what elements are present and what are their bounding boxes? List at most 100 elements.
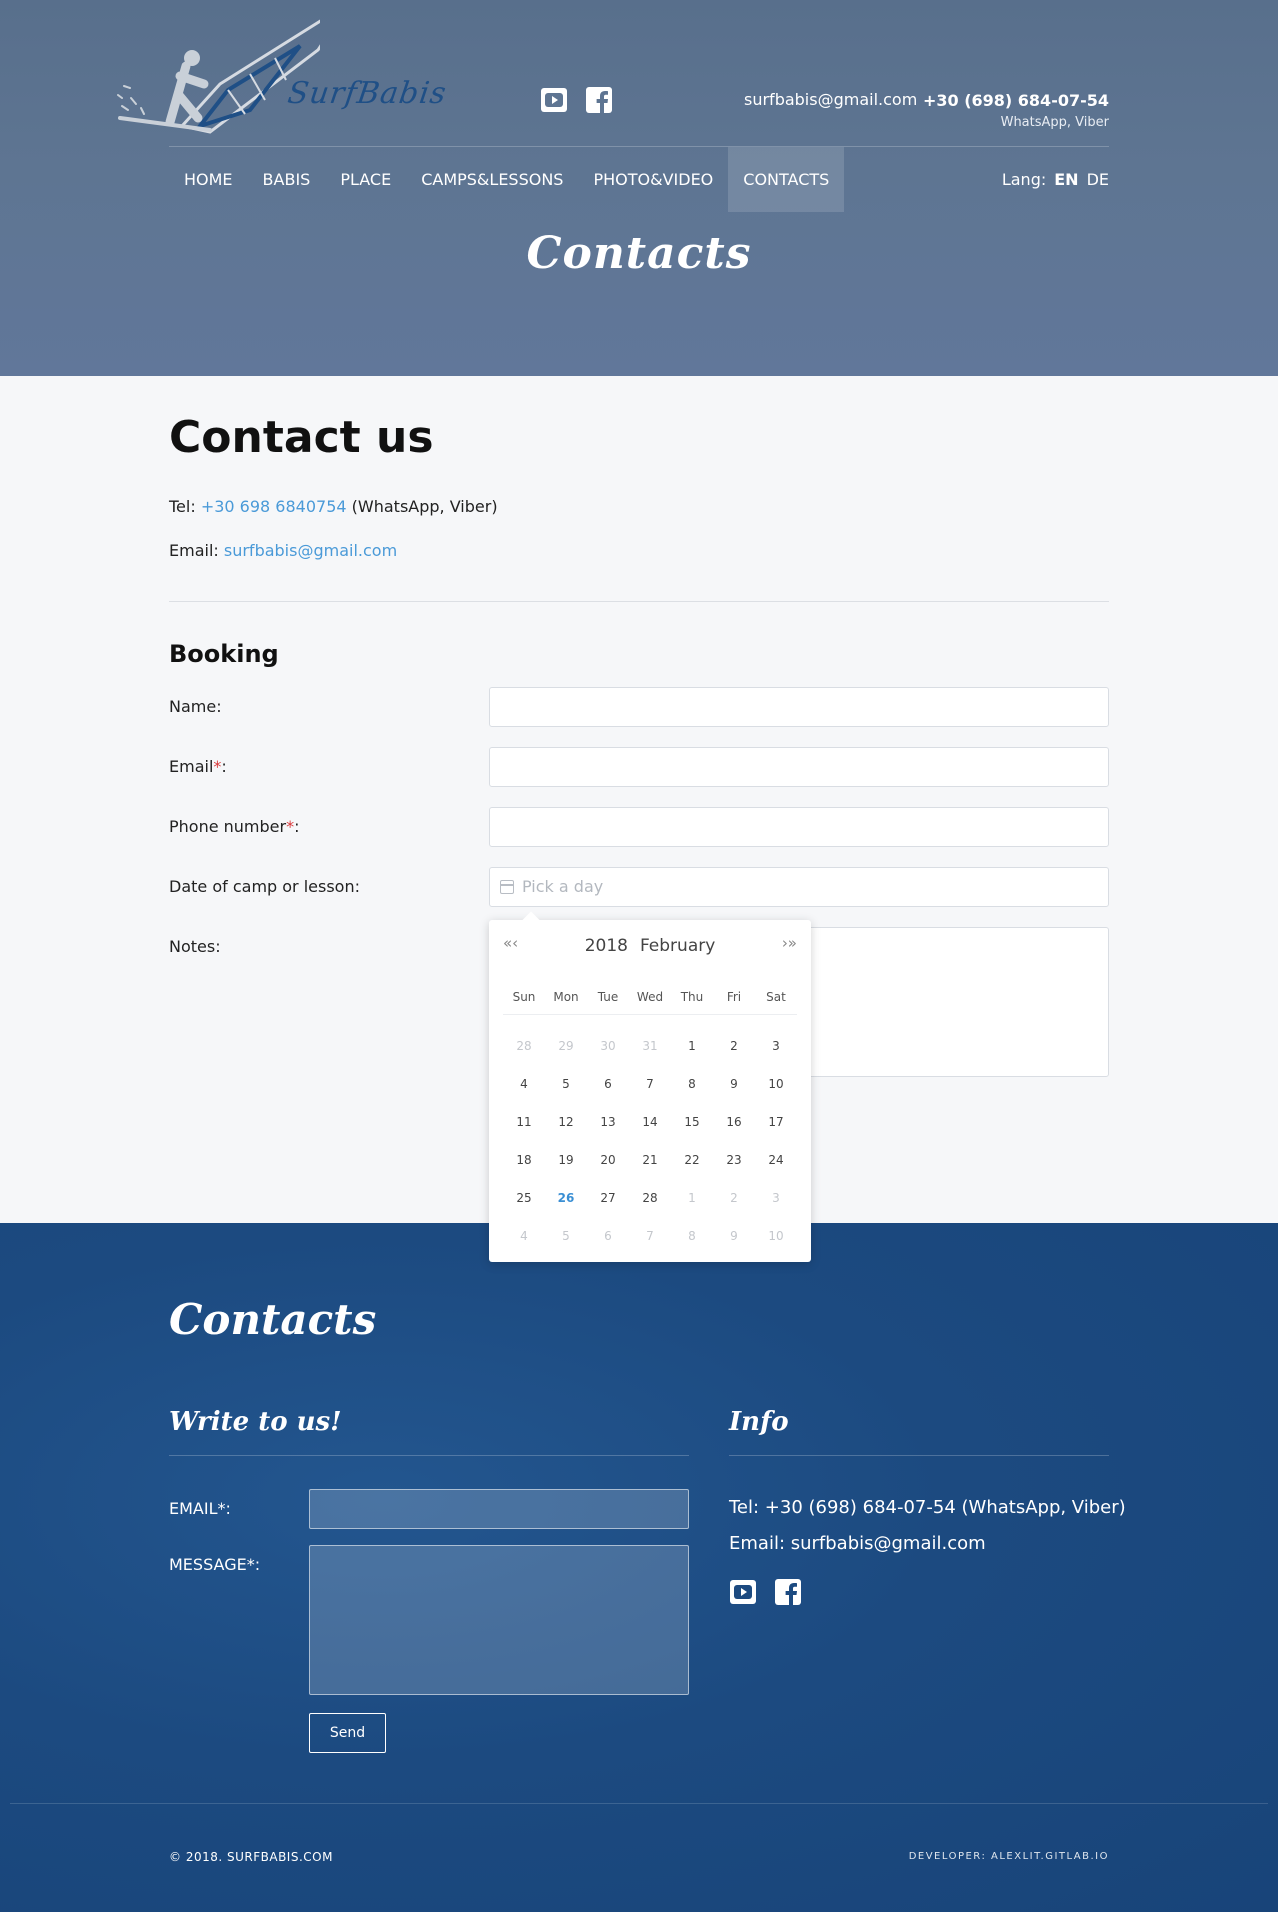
calendar-day[interactable]: 15 bbox=[671, 1103, 713, 1141]
contact-tel-line: Tel: +30 698 6840754 (WhatsApp, Viber) bbox=[169, 497, 498, 516]
hero-title: Contacts bbox=[526, 228, 752, 279]
nav-item-photo-video[interactable]: PHOTO&VIDEO bbox=[578, 147, 728, 212]
header-email-link[interactable]: surfbabis@gmail.com bbox=[744, 90, 917, 109]
calendar-day[interactable]: 21 bbox=[629, 1141, 671, 1179]
weekday-label: Fri bbox=[726, 990, 742, 1004]
footer-message-field[interactable] bbox=[309, 1545, 689, 1695]
copyright: © 2018. SURFBABIS.COM bbox=[169, 1850, 333, 1864]
email-link[interactable]: surfbabis@gmail.com bbox=[224, 541, 397, 560]
calendar-day[interactable]: 2 bbox=[713, 1027, 755, 1065]
calendar-day[interactable]: 6 bbox=[587, 1217, 629, 1255]
footer-message-label: MESSAGE*: bbox=[169, 1555, 261, 1574]
calendar-day[interactable]: 27 bbox=[587, 1179, 629, 1217]
info-heading: Info bbox=[729, 1407, 789, 1437]
content-divider bbox=[169, 601, 1109, 602]
nav-item-contacts[interactable]: CONTACTS bbox=[728, 147, 845, 212]
calendar-day[interactable]: 19 bbox=[545, 1141, 587, 1179]
calendar-day[interactable]: 17 bbox=[755, 1103, 797, 1141]
footer-email-field[interactable] bbox=[309, 1489, 689, 1529]
write-to-us-heading: Write to us! bbox=[169, 1407, 342, 1437]
calendar-day[interactable]: 12 bbox=[545, 1103, 587, 1141]
windsurfer-logo-icon bbox=[117, 17, 328, 134]
calendar-day[interactable]: 25 bbox=[503, 1179, 545, 1217]
logo-text: SurfBabis bbox=[285, 76, 449, 111]
youtube-icon[interactable] bbox=[540, 86, 568, 114]
calendar-day[interactable]: 5 bbox=[545, 1217, 587, 1255]
calendar-day[interactable]: 6 bbox=[587, 1065, 629, 1103]
calendar-day[interactable]: 1 bbox=[671, 1027, 713, 1065]
calendar-day[interactable]: 29 bbox=[545, 1027, 587, 1065]
calendar-day[interactable]: 3 bbox=[755, 1179, 797, 1217]
calendar-day[interactable]: 23 bbox=[713, 1141, 755, 1179]
date-picker-input[interactable]: Pick a day bbox=[489, 867, 1109, 907]
calendar-day[interactable]: 11 bbox=[503, 1103, 545, 1141]
calendar-day[interactable]: 8 bbox=[671, 1065, 713, 1103]
calendar-day[interactable]: 20 bbox=[587, 1141, 629, 1179]
datepicker-year[interactable]: 2018 bbox=[585, 936, 628, 956]
phone-field[interactable] bbox=[489, 807, 1109, 847]
calendar-day[interactable]: 28 bbox=[503, 1027, 545, 1065]
tel-link[interactable]: +30 698 6840754 bbox=[201, 497, 347, 516]
calendar-day[interactable]: 8 bbox=[671, 1217, 713, 1255]
facebook-icon[interactable] bbox=[585, 86, 613, 114]
facebook-icon[interactable] bbox=[774, 1578, 802, 1606]
calendar-day[interactable]: 4 bbox=[503, 1217, 545, 1255]
nav-item-camps-lessons[interactable]: CAMPS&LESSONS bbox=[406, 147, 578, 212]
calendar-day[interactable]: 2 bbox=[713, 1179, 755, 1217]
nav-item-home[interactable]: HOME bbox=[169, 147, 248, 212]
booking-heading: Booking bbox=[169, 640, 279, 668]
calendar-day[interactable]: 22 bbox=[671, 1141, 713, 1179]
tel-note: (WhatsApp, Viber) bbox=[351, 497, 498, 516]
main-nav: HOME BABIS PLACE CAMPS&LESSONS PHOTO&VID… bbox=[169, 147, 845, 212]
nav-item-place[interactable]: PLACE bbox=[325, 147, 406, 212]
calendar-day[interactable]: 10 bbox=[755, 1065, 797, 1103]
email-field[interactable] bbox=[489, 747, 1109, 787]
send-button[interactable]: Send bbox=[309, 1713, 386, 1753]
footer-info-email: Email: surfbabis@gmail.com bbox=[729, 1533, 986, 1554]
calendar-day[interactable]: 7 bbox=[629, 1065, 671, 1103]
calendar-day[interactable]: 4 bbox=[503, 1065, 545, 1103]
header-phone[interactable]: +30 (698) 684-07-54 bbox=[923, 91, 1109, 110]
developer-link[interactable]: DEVELOPER: ALEXLIT.GITLAB.IO bbox=[909, 1851, 1109, 1862]
datepicker-popup: «‹ 2018 February ›» Sun Mon Tue Wed Thu Fri Sat… bbox=[489, 911, 811, 1262]
contact-heading: Contact us bbox=[169, 412, 434, 463]
date-label: Date of camp or lesson: bbox=[169, 877, 360, 896]
name-field[interactable] bbox=[489, 687, 1109, 727]
footer-bottom-divider bbox=[10, 1803, 1268, 1804]
calendar-day[interactable]: 13 bbox=[587, 1103, 629, 1141]
calendar-day[interactable]: 18 bbox=[503, 1141, 545, 1179]
calendar-day[interactable]: 5 bbox=[545, 1065, 587, 1103]
nav-item-babis[interactable]: BABIS bbox=[248, 147, 326, 212]
datepicker-month[interactable]: February bbox=[640, 936, 715, 956]
calendar-day[interactable]: 1 bbox=[671, 1179, 713, 1217]
weekday-label: Thu bbox=[680, 990, 704, 1004]
phone-field-label: Phone number*: bbox=[169, 817, 299, 836]
lang-en-link[interactable]: EN bbox=[1054, 170, 1078, 189]
header-phone-note: WhatsApp, Viber bbox=[1000, 115, 1109, 130]
weekday-label: Sun bbox=[512, 990, 536, 1004]
calendar-day[interactable]: 24 bbox=[755, 1141, 797, 1179]
lang-de-link[interactable]: DE bbox=[1087, 170, 1109, 189]
logo[interactable]: SurfBabis bbox=[100, 14, 449, 134]
calendar-day-today[interactable]: 26 bbox=[545, 1179, 587, 1217]
youtube-icon[interactable] bbox=[729, 1578, 757, 1606]
calendar-day[interactable]: 9 bbox=[713, 1065, 755, 1103]
footer-divider bbox=[729, 1455, 1109, 1456]
datepicker-next-icon[interactable]: ›» bbox=[782, 934, 797, 952]
calendar-day[interactable]: 10 bbox=[755, 1217, 797, 1255]
calendar-day[interactable]: 28 bbox=[629, 1179, 671, 1217]
email-field-label: Email*: bbox=[169, 757, 227, 776]
calendar-day[interactable]: 7 bbox=[629, 1217, 671, 1255]
weekday-label: Sat bbox=[766, 990, 786, 1004]
label-colon: : bbox=[294, 817, 300, 836]
calendar-day[interactable]: 3 bbox=[755, 1027, 797, 1065]
calendar-day[interactable]: 16 bbox=[713, 1103, 755, 1141]
tel-label: Tel: bbox=[169, 497, 196, 516]
calendar-day[interactable]: 14 bbox=[629, 1103, 671, 1141]
notes-label: Notes: bbox=[169, 937, 221, 956]
weekday-label: Wed bbox=[636, 990, 664, 1004]
calendar-day[interactable]: 30 bbox=[587, 1027, 629, 1065]
footer-info-tel: Tel: +30 (698) 684-07-54 (WhatsApp, Vibe… bbox=[729, 1497, 1126, 1518]
calendar-day[interactable]: 31 bbox=[629, 1027, 671, 1065]
calendar-day[interactable]: 9 bbox=[713, 1217, 755, 1255]
